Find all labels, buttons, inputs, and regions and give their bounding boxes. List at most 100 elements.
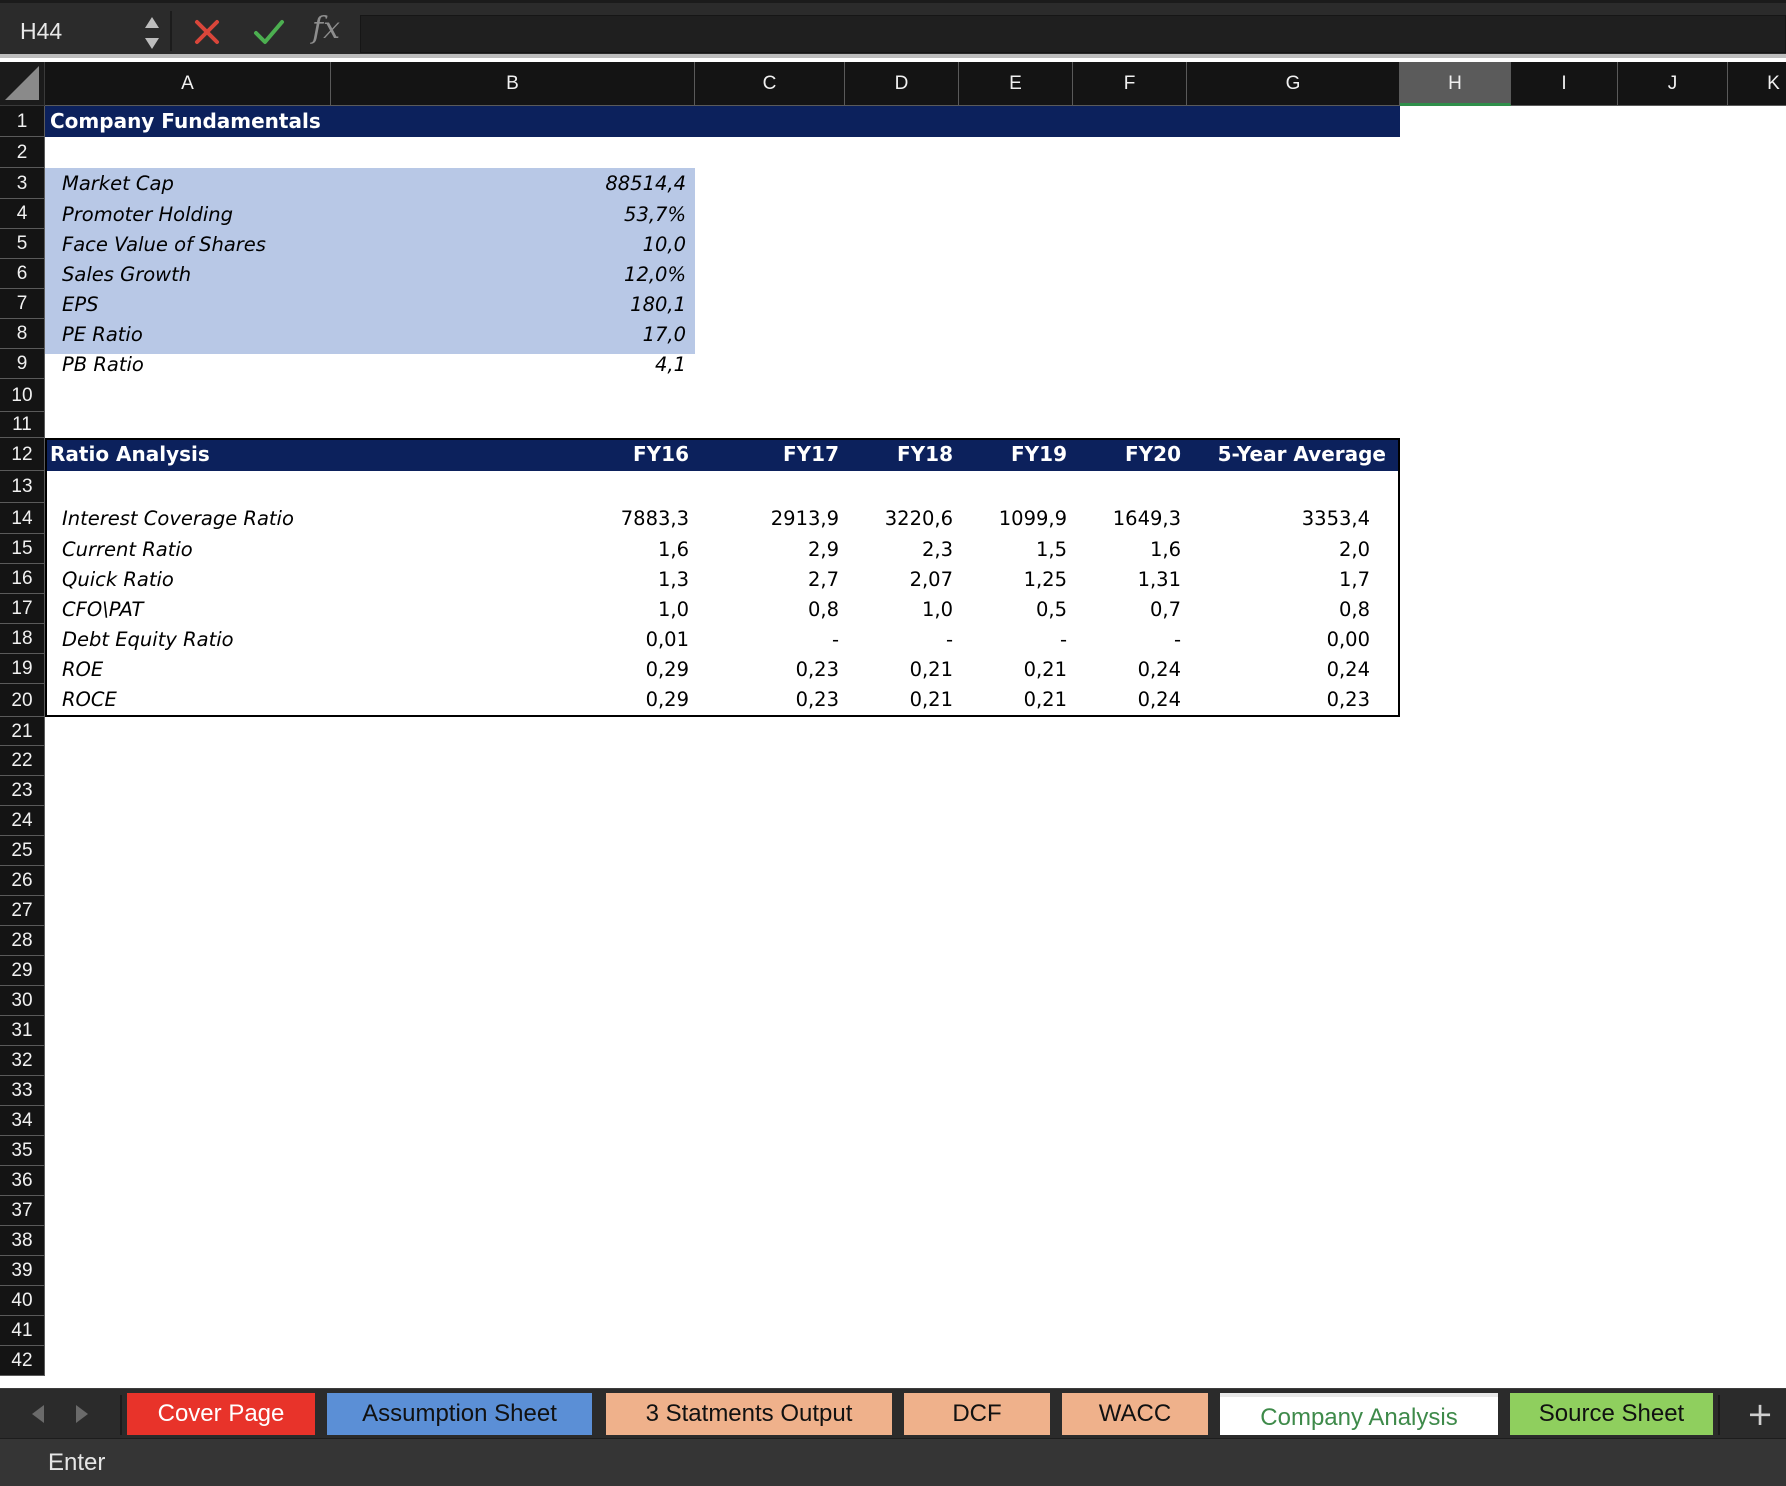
ratio-value[interactable]: 0,01 bbox=[539, 628, 689, 651]
sheet-tab-assumption-sheet[interactable]: Assumption Sheet bbox=[327, 1393, 592, 1435]
column-header-f[interactable]: F bbox=[1073, 62, 1187, 106]
row-header-1[interactable]: 1 bbox=[0, 106, 45, 137]
row-header-40[interactable]: 40 bbox=[0, 1286, 45, 1316]
column-header-h[interactable]: H bbox=[1400, 62, 1511, 106]
ratio-value[interactable]: - bbox=[1031, 628, 1181, 651]
confirm-icon[interactable] bbox=[252, 17, 286, 47]
row-header-34[interactable]: 34 bbox=[0, 1106, 45, 1136]
row-header-21[interactable]: 21 bbox=[0, 717, 45, 746]
spreadsheet-grid[interactable]: ABCDEFGHIJK 1 2 3 4 5 6 7 8 9 10 11 12 13 14 15 16 17 18 1… bbox=[0, 62, 1786, 1392]
row-header-15[interactable]: 15 bbox=[0, 534, 45, 564]
ratio-label[interactable]: Current Ratio bbox=[62, 538, 193, 561]
ratio-value[interactable]: 0,23 bbox=[1220, 688, 1370, 711]
fx-icon[interactable]: fx bbox=[312, 9, 352, 49]
column-header-i[interactable]: I bbox=[1511, 62, 1618, 106]
column-header-e[interactable]: E bbox=[959, 62, 1073, 106]
row-header-25[interactable]: 25 bbox=[0, 836, 45, 866]
row-header-41[interactable]: 41 bbox=[0, 1316, 45, 1346]
row-header-36[interactable]: 36 bbox=[0, 1166, 45, 1196]
ratio-value[interactable]: 2,0 bbox=[1220, 538, 1370, 561]
fundamentals-label[interactable]: Sales Growth bbox=[62, 263, 191, 286]
row-header-8[interactable]: 8 bbox=[0, 319, 45, 349]
row-header-11[interactable]: 11 bbox=[0, 412, 45, 438]
fundamentals-value[interactable]: 10,0 bbox=[520, 233, 686, 256]
row-header-27[interactable]: 27 bbox=[0, 896, 45, 926]
row-header-7[interactable]: 7 bbox=[0, 289, 45, 319]
ratio-value[interactable]: 7883,3 bbox=[539, 507, 689, 530]
ratio-value[interactable]: 0,8 bbox=[1220, 598, 1370, 621]
column-header-d[interactable]: D bbox=[845, 62, 959, 106]
sheet-tab-dcf[interactable]: DCF bbox=[904, 1393, 1050, 1435]
fundamentals-label[interactable]: Market Cap bbox=[62, 172, 174, 195]
ratio-label[interactable]: Interest Coverage Ratio bbox=[62, 507, 294, 530]
fundamentals-label[interactable]: EPS bbox=[62, 293, 98, 316]
fundamentals-label[interactable]: Face Value of Shares bbox=[62, 233, 266, 256]
row-header-4[interactable]: 4 bbox=[0, 199, 45, 229]
row-header-6[interactable]: 6 bbox=[0, 259, 45, 289]
row-header-31[interactable]: 31 bbox=[0, 1016, 45, 1046]
column-header-j[interactable]: J bbox=[1618, 62, 1728, 106]
row-header-24[interactable]: 24 bbox=[0, 806, 45, 836]
ratio-label[interactable]: Debt Equity Ratio bbox=[62, 628, 234, 651]
fundamentals-title[interactable]: Company Fundamentals bbox=[50, 109, 321, 133]
row-header-19[interactable]: 19 bbox=[0, 654, 45, 684]
row-header-17[interactable]: 17 bbox=[0, 594, 45, 624]
fundamentals-value[interactable]: 180,1 bbox=[520, 293, 686, 316]
row-header-2[interactable]: 2 bbox=[0, 137, 45, 168]
row-header-16[interactable]: 16 bbox=[0, 564, 45, 594]
ratio-value[interactable]: 0,24 bbox=[1220, 658, 1370, 681]
row-header-37[interactable]: 37 bbox=[0, 1196, 45, 1226]
row-header-32[interactable]: 32 bbox=[0, 1046, 45, 1076]
row-header-23[interactable]: 23 bbox=[0, 776, 45, 806]
tab-scroll-left-icon[interactable] bbox=[26, 1401, 50, 1427]
ratio-header-5-year-average[interactable]: 5-Year Average bbox=[1186, 442, 1386, 466]
ratio-analysis-title[interactable]: Ratio Analysis bbox=[50, 442, 210, 466]
sheet-tab-source-sheet[interactable]: Source Sheet bbox=[1510, 1393, 1713, 1435]
ratio-value[interactable]: 1,31 bbox=[1031, 568, 1181, 591]
ratio-label[interactable]: CFO\PAT bbox=[62, 598, 143, 621]
row-header-38[interactable]: 38 bbox=[0, 1226, 45, 1256]
ratio-label[interactable]: ROE bbox=[62, 658, 103, 681]
row-header-22[interactable]: 22 bbox=[0, 746, 45, 776]
ratio-value[interactable]: 1,6 bbox=[1031, 538, 1181, 561]
column-header-g[interactable]: G bbox=[1187, 62, 1400, 106]
row-header-33[interactable]: 33 bbox=[0, 1076, 45, 1106]
ratio-value[interactable]: 3353,4 bbox=[1220, 507, 1370, 530]
row-header-9[interactable]: 9 bbox=[0, 349, 45, 379]
row-header-26[interactable]: 26 bbox=[0, 866, 45, 896]
column-header-c[interactable]: C bbox=[695, 62, 845, 106]
add-sheet-button[interactable]: + bbox=[1740, 1393, 1780, 1435]
row-header-42[interactable]: 42 bbox=[0, 1346, 45, 1376]
column-header-k[interactable]: K bbox=[1728, 62, 1786, 106]
sheet-tab-3-statments-output[interactable]: 3 Statments Output bbox=[606, 1393, 892, 1435]
column-header-a[interactable]: A bbox=[45, 62, 331, 106]
sheet-tab-cover-page[interactable]: Cover Page bbox=[127, 1393, 315, 1435]
formula-input[interactable] bbox=[360, 15, 1786, 53]
ratio-value[interactable]: 0,24 bbox=[1031, 688, 1181, 711]
tab-scroll-right-icon[interactable] bbox=[70, 1401, 94, 1427]
fundamentals-value[interactable]: 88514,4 bbox=[520, 172, 686, 195]
ratio-value[interactable]: 0,24 bbox=[1031, 658, 1181, 681]
ratio-header-fy20[interactable]: FY20 bbox=[981, 442, 1181, 466]
ratio-value[interactable]: 0,7 bbox=[1031, 598, 1181, 621]
ratio-label[interactable]: Quick Ratio bbox=[62, 568, 174, 591]
ratio-value[interactable]: 1649,3 bbox=[1031, 507, 1181, 530]
ratio-value[interactable]: 0,00 bbox=[1220, 628, 1370, 651]
sheet-tab-wacc[interactable]: WACC bbox=[1062, 1393, 1208, 1435]
row-header-3[interactable]: 3 bbox=[0, 168, 45, 199]
column-header-b[interactable]: B bbox=[331, 62, 695, 106]
fundamentals-value[interactable]: 4,1 bbox=[520, 353, 686, 376]
fundamentals-value[interactable]: 12,0% bbox=[520, 263, 686, 286]
ratio-value[interactable]: 0,29 bbox=[539, 688, 689, 711]
select-all-corner[interactable] bbox=[0, 62, 45, 106]
ratio-value[interactable]: 1,6 bbox=[539, 538, 689, 561]
row-header-35[interactable]: 35 bbox=[0, 1136, 45, 1166]
row-header-10[interactable]: 10 bbox=[0, 379, 45, 412]
ratio-value[interactable]: 0,29 bbox=[539, 658, 689, 681]
fundamentals-label[interactable]: PE Ratio bbox=[62, 323, 143, 346]
row-header-5[interactable]: 5 bbox=[0, 229, 45, 259]
ratio-value[interactable]: 1,0 bbox=[539, 598, 689, 621]
row-header-28[interactable]: 28 bbox=[0, 926, 45, 956]
ratio-value[interactable]: 1,7 bbox=[1220, 568, 1370, 591]
row-header-14[interactable]: 14 bbox=[0, 503, 45, 534]
